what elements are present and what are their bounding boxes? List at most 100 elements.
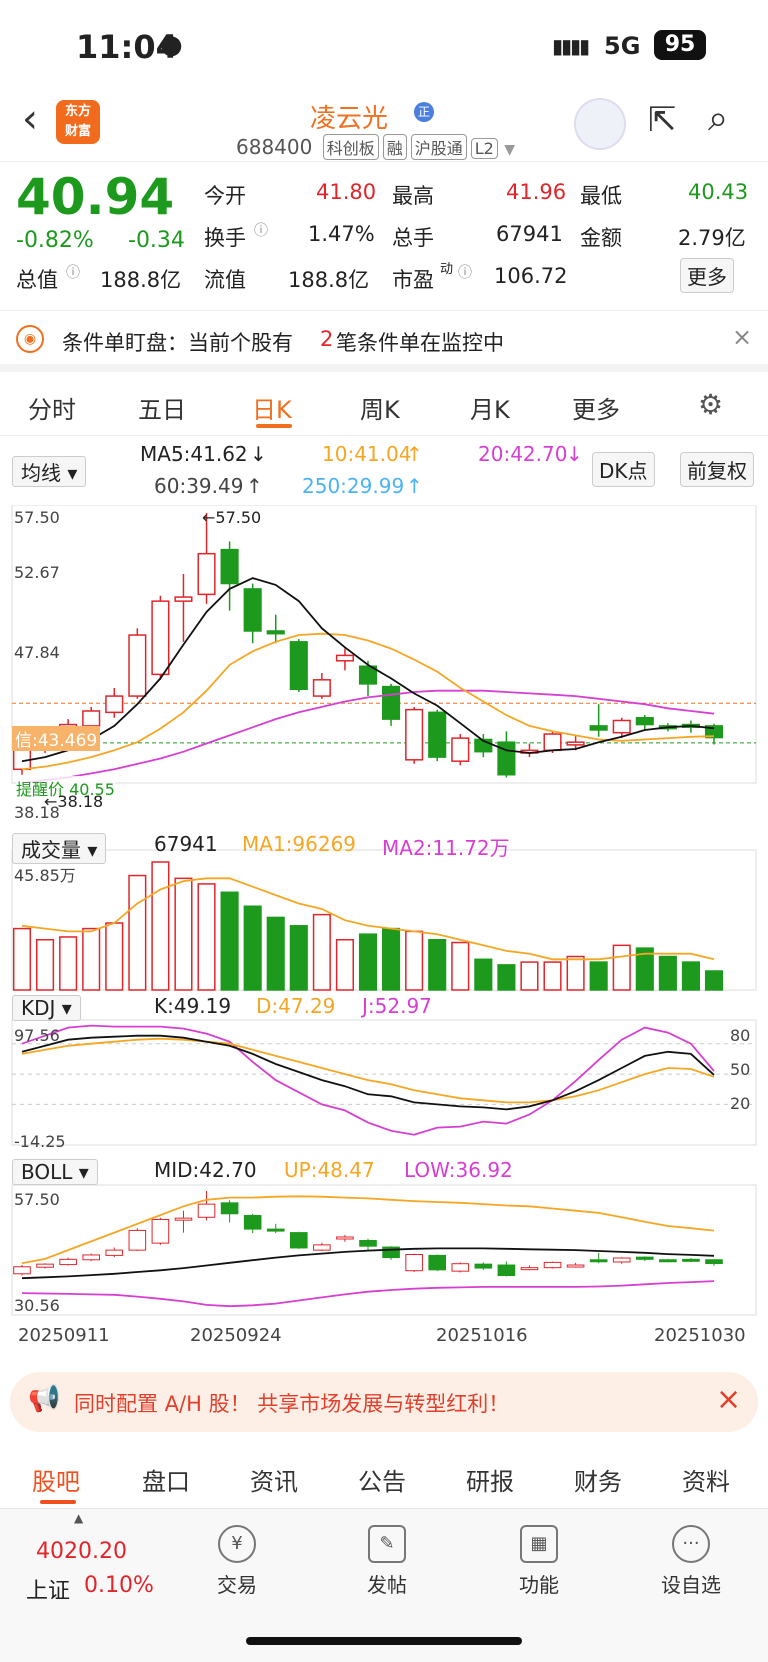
boll-top-tick: 57.50 — [14, 1190, 60, 1209]
ma-selector[interactable]: 均线 ▾ — [12, 456, 87, 487]
boll-selector[interactable]: BOLL ▾ — [12, 1159, 98, 1185]
close-icon[interactable]: × — [732, 323, 752, 351]
close-icon[interactable]: × — [716, 1382, 741, 1417]
tab-more[interactable]: 更多 — [572, 390, 620, 425]
candle-body — [635, 717, 654, 726]
volume-bar — [197, 883, 216, 991]
boll-candle-body — [451, 1263, 470, 1272]
period-tabs: 分时 五日 日K 周K 月K 更多 ⚙ — [0, 380, 768, 436]
candle-body — [105, 695, 124, 714]
low-value: 40.43 — [688, 180, 749, 204]
ma5-label: MA5:41.62 — [140, 442, 248, 466]
tab-news[interactable]: 资讯 — [250, 1462, 298, 1497]
watchlist-button[interactable]: ··· 设自选 — [646, 1525, 736, 1598]
tab-research[interactable]: 研报 — [466, 1462, 514, 1497]
function-label: 功能 — [519, 1573, 559, 1597]
chevron-down-icon[interactable]: ▼ — [504, 142, 515, 158]
boll-candle-body — [128, 1229, 147, 1251]
volume-value: 67941 — [496, 222, 563, 246]
notice-prefix: 条件单盯盘：当前个股有 — [62, 331, 293, 355]
low-price-label: ←38.18 — [44, 792, 104, 811]
tab-daily-k[interactable]: 日K — [252, 390, 292, 425]
tab-finance[interactable]: 财务 — [574, 1462, 622, 1497]
high-value: 41.96 — [506, 180, 567, 204]
volume-bar — [612, 944, 631, 991]
info-icon[interactable]: ⓘ — [254, 220, 268, 240]
candle-body — [382, 685, 401, 720]
volume-bar — [520, 961, 539, 991]
candle-body — [589, 725, 608, 731]
tab-intraday[interactable]: 分时 — [28, 390, 76, 425]
condition-notice[interactable]: ◉ 条件单盯盘：当前个股有 2 笔条件单在监控中 × — [0, 310, 768, 372]
candle-body — [174, 596, 193, 602]
volume-bar — [289, 925, 308, 991]
index-value[interactable]: 4020.20 — [36, 1539, 127, 1564]
boll-candle-body — [359, 1239, 377, 1247]
volume-bar — [220, 891, 239, 991]
volume-bar — [497, 964, 516, 991]
dk-point-button[interactable]: DK点 — [592, 452, 655, 487]
kline-charts[interactable] — [0, 505, 768, 1345]
tab-orderbook[interactable]: 盘口 — [142, 1462, 190, 1497]
candle-body — [428, 711, 447, 758]
volume-bar — [589, 961, 608, 991]
trade-button[interactable]: ¥ 交易 — [192, 1525, 282, 1598]
tag-board: 科创板 — [322, 134, 379, 160]
back-icon[interactable]: ‹ — [22, 96, 38, 142]
info-icon[interactable]: ⓘ — [66, 262, 80, 282]
bottom-toolbar: ▲ 4020.20 上证 0.10% ¥ 交易 ✎ 发帖 ▦ 功能 ··· 设自选 — [0, 1508, 768, 1662]
boll-candle-body — [36, 1263, 54, 1268]
volume-selector[interactable]: 成交量 ▾ — [12, 833, 107, 864]
tab-monthly-k[interactable]: 月K — [470, 390, 510, 425]
alarm-icon: ◉ — [16, 325, 44, 353]
boll-candle-body — [13, 1266, 31, 1275]
ma10-label: 10:41.04 — [322, 442, 412, 466]
post-button[interactable]: ✎ 发帖 — [342, 1525, 432, 1598]
volume-bar — [704, 970, 724, 991]
function-button[interactable]: ▦ 功能 — [494, 1525, 584, 1598]
volume-bar — [658, 955, 677, 991]
ma-legend: 均线 ▾ MA5:41.62 ↓ 10:41.04 ↑ 20:42.70 ↓ 60:3… — [0, 440, 768, 502]
adjust-button[interactable]: 前复权 — [680, 452, 754, 487]
boll-candle-body — [589, 1259, 608, 1263]
more-dots-icon: ··· — [672, 1525, 710, 1563]
kdj-selector[interactable]: KDJ ▾ — [12, 995, 81, 1021]
pe-label: 市盈 — [392, 268, 434, 292]
open-label: 今开 — [204, 184, 246, 208]
boll-candle-body — [336, 1236, 354, 1240]
boll-candle-body — [612, 1257, 631, 1263]
boll-candle-body — [197, 1203, 216, 1218]
volume-bar — [474, 958, 493, 991]
network-label: 5G — [604, 32, 641, 60]
share-icon[interactable]: ⇱ — [648, 100, 677, 140]
amount-value: 2.79亿 — [678, 226, 746, 250]
assistant-avatar[interactable] — [574, 98, 626, 150]
open-value: 41.80 — [316, 180, 377, 204]
info-icon[interactable]: ⓘ — [458, 262, 472, 282]
tab-weekly-k[interactable]: 周K — [360, 390, 400, 425]
search-icon[interactable]: ⌕ — [708, 98, 728, 140]
megaphone-icon: 📢 — [28, 1384, 61, 1414]
more-button[interactable]: 更多 — [680, 258, 734, 293]
boll-candle-body — [105, 1249, 124, 1256]
ma20-label: 20:42.70 — [478, 442, 568, 466]
tab-forum[interactable]: 股吧 — [32, 1462, 80, 1497]
tab-announcement[interactable]: 公告 — [358, 1462, 406, 1497]
volume-bar — [36, 939, 55, 991]
gear-icon[interactable]: ⚙ — [698, 388, 723, 421]
price-tick-1: 57.50 — [14, 508, 60, 527]
tab-five-day[interactable]: 五日 — [138, 390, 186, 425]
promo-banner[interactable]: 📢 同时配置 A/H 股！ 共享市场发展与转型红利！ × — [10, 1372, 758, 1432]
tab-profile[interactable]: 资料 — [682, 1462, 730, 1497]
candle-body — [566, 741, 585, 746]
boll-candle-body — [566, 1264, 585, 1268]
volume-bar — [151, 861, 170, 991]
candle-body — [82, 710, 101, 727]
index-name: 上证 — [26, 1579, 71, 1604]
candle-body — [335, 654, 354, 662]
max-price-value: 57.50 — [215, 508, 262, 527]
pe-sup: 动 — [440, 262, 454, 277]
arrow-down-icon: ↓ — [250, 442, 267, 466]
candle-body — [543, 733, 562, 752]
volume-ma2: MA2:11.72万 — [382, 836, 510, 860]
